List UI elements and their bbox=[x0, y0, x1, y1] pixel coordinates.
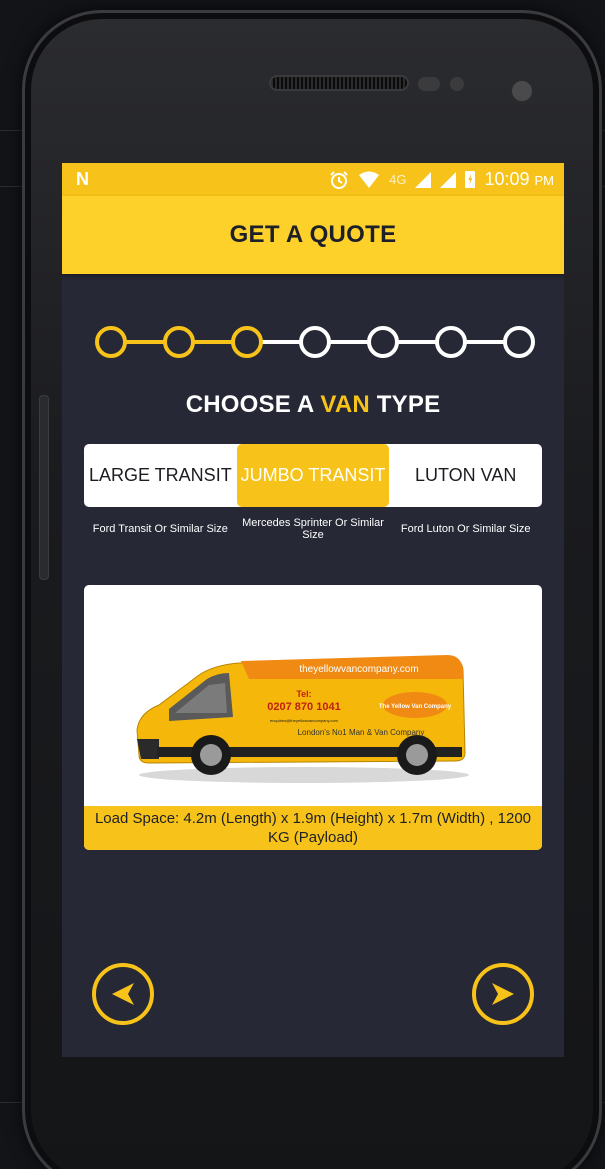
signal-icon bbox=[440, 171, 457, 188]
van-option-jumbo-transit[interactable]: JUMBO TRANSIT bbox=[236, 444, 390, 507]
step-1-indicator bbox=[95, 326, 127, 358]
clock: 10:09 PM bbox=[484, 169, 554, 189]
progress-stepper bbox=[95, 326, 535, 358]
wifi-icon bbox=[359, 171, 380, 188]
step-6-indicator bbox=[435, 326, 467, 358]
signal-icon bbox=[415, 171, 432, 188]
van-tagline-text: London's No1 Man & Van Company bbox=[298, 728, 425, 737]
phone-sensor bbox=[418, 77, 440, 91]
app-screen: N 4G 10:09 PM GET A QUOTE CHOOSE A VAN T… bbox=[62, 163, 564, 1057]
step-5-indicator bbox=[367, 326, 399, 358]
step-2-indicator bbox=[163, 326, 195, 358]
carrier-logo: N bbox=[76, 169, 89, 189]
phone-side-button bbox=[39, 395, 49, 580]
step-connector bbox=[193, 340, 233, 344]
step-7-indicator bbox=[503, 326, 535, 358]
van-brand-text: The Yellow Van Company bbox=[379, 704, 452, 710]
van-image: theyellowvancompany.com Tel: 0207 870 10… bbox=[136, 655, 469, 783]
van-website-text: theyellowvancompany.com bbox=[299, 664, 418, 675]
step-connector bbox=[397, 340, 437, 344]
network-type: 4G bbox=[389, 172, 407, 187]
phone-camera bbox=[509, 78, 535, 104]
phone-speaker bbox=[269, 75, 409, 91]
van-email-text: enquiries@theyellowvancompany.com bbox=[270, 718, 339, 723]
step-connector bbox=[329, 340, 369, 344]
back-button[interactable] bbox=[92, 963, 154, 1025]
section-heading: CHOOSE A VAN TYPE bbox=[185, 391, 441, 418]
app-header: GET A QUOTE bbox=[62, 196, 564, 274]
page-title: GET A QUOTE bbox=[229, 221, 397, 248]
battery-charging-icon bbox=[465, 171, 476, 188]
step-connector bbox=[125, 340, 165, 344]
van-info-card: theyellowvancompany.com Tel: 0207 870 10… bbox=[84, 585, 542, 850]
heading-highlight: VAN bbox=[320, 391, 370, 418]
van-option-large-transit[interactable]: LARGE TRANSIT bbox=[84, 444, 237, 507]
alarm-icon bbox=[330, 170, 348, 189]
van-option-subtitle: Ford Luton Or Similar Size bbox=[400, 523, 531, 535]
step-3-indicator bbox=[231, 326, 263, 358]
next-button[interactable] bbox=[472, 963, 534, 1025]
van-option-subtitle: Mercedes Sprinter Or Similar Size bbox=[242, 517, 384, 541]
van-option-descriptions: Ford Transit Or Similar Size Mercedes Sp… bbox=[84, 517, 542, 541]
step-connector bbox=[465, 340, 505, 344]
van-option-subtitle: Ford Transit Or Similar Size bbox=[92, 523, 228, 535]
load-space-info: Load Space: 4.2m (Length) x 1.9m (Height… bbox=[84, 806, 542, 850]
van-option-luton-van[interactable]: LUTON VAN bbox=[389, 444, 542, 507]
van-phone-text: 0207 870 1041 bbox=[267, 701, 340, 713]
arrow-left-icon bbox=[112, 983, 134, 1005]
step-connector bbox=[261, 340, 301, 344]
step-4-indicator bbox=[299, 326, 331, 358]
status-bar: N 4G 10:09 PM bbox=[62, 163, 564, 196]
van-phone-label: Tel: bbox=[296, 689, 311, 699]
van-type-selector: LARGE TRANSIT JUMBO TRANSIT LUTON VAN bbox=[84, 444, 542, 507]
phone-sensor bbox=[450, 77, 464, 91]
arrow-right-icon bbox=[492, 983, 514, 1005]
